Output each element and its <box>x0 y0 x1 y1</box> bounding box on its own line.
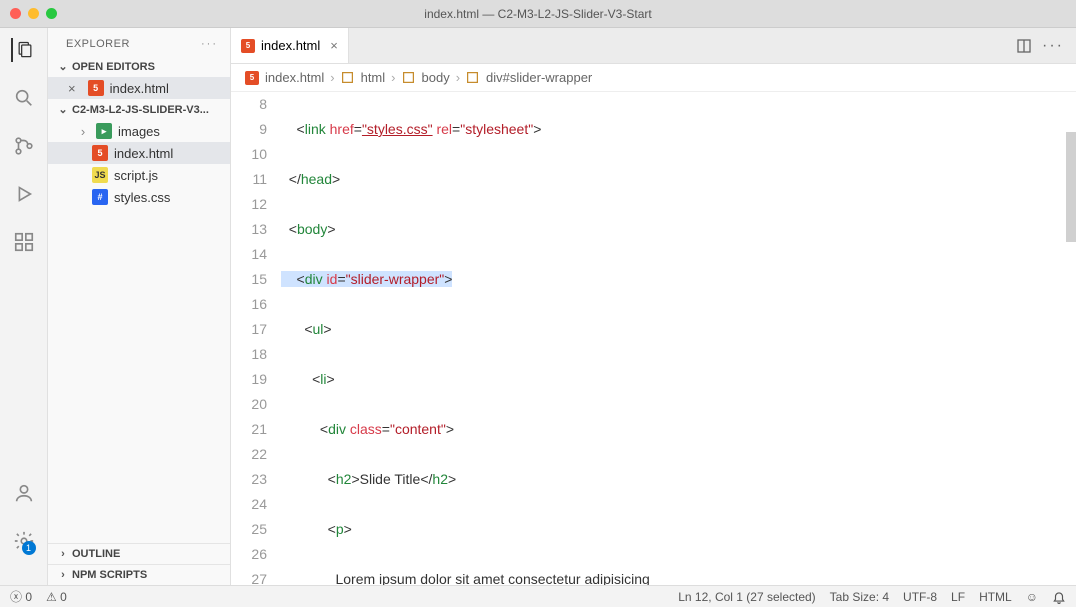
accounts-icon[interactable] <box>12 481 36 505</box>
tab-index-html[interactable]: 5 index.html × <box>231 28 349 63</box>
close-window-button[interactable] <box>10 8 21 19</box>
outline-label: OUTLINE <box>72 548 120 560</box>
code-content[interactable]: <link href="styles.css" rel="stylesheet"… <box>281 92 1076 585</box>
explorer-label: EXPLORER <box>66 38 130 50</box>
breadcrumb-div[interactable]: div#slider-wrapper <box>486 70 592 85</box>
breadcrumb-body[interactable]: body <box>422 70 450 85</box>
file-name: index.html <box>114 146 173 161</box>
indentation[interactable]: Tab Size: 4 <box>830 590 889 604</box>
breadcrumb-file[interactable]: index.html <box>265 70 324 85</box>
errors-icon[interactable]: ⓧ 0 <box>10 588 32 605</box>
folder-name: images <box>118 124 160 139</box>
html-file-icon: 5 <box>245 71 259 85</box>
chevron-down-icon: ⌄ <box>56 60 70 73</box>
cursor-position[interactable]: Ln 12, Col 1 (27 selected) <box>678 590 815 604</box>
css-file-icon: # <box>92 189 108 205</box>
open-editor-item[interactable]: × 5 index.html <box>48 77 230 99</box>
scrollbar-thumb[interactable] <box>1066 132 1076 242</box>
tab-bar: 5 index.html × ··· <box>231 28 1076 64</box>
npm-scripts-header[interactable]: › NPM SCRIPTS <box>48 564 230 585</box>
sidebar-title: EXPLORER ··· <box>48 28 230 56</box>
editor-area: 5 index.html × ··· 5 index.html › html ›… <box>231 28 1076 585</box>
window-title: index.html — C2-M3-L2-JS-Slider-V3-Start <box>424 7 651 21</box>
js-file-icon: JS <box>92 167 108 183</box>
chevron-right-icon: › <box>56 548 70 560</box>
project-folder-header[interactable]: ⌄ C2-M3-L2-JS-SLIDER-V3... <box>48 99 230 120</box>
close-icon[interactable]: × <box>68 81 76 96</box>
folder-item-images[interactable]: › ▸ images <box>48 120 230 142</box>
chevron-right-icon: › <box>456 70 460 85</box>
breadcrumb-html[interactable]: html <box>361 70 386 85</box>
main-layout: 1 EXPLORER ··· ⌄ OPEN EDITORS × 5 index.… <box>0 28 1076 585</box>
line-number-gutter: 89101112131415161718192021222324252627 <box>231 92 281 585</box>
symbol-icon <box>341 71 355 85</box>
more-icon[interactable]: ··· <box>201 38 218 50</box>
symbol-icon <box>466 71 480 85</box>
status-bar: ⓧ 0 ⚠ 0 Ln 12, Col 1 (27 selected) Tab S… <box>0 585 1076 607</box>
notifications-icon[interactable] <box>1052 590 1066 604</box>
more-actions-icon[interactable]: ··· <box>1042 37 1064 55</box>
file-name: styles.css <box>114 190 170 205</box>
eol[interactable]: LF <box>951 590 965 604</box>
html-file-icon: 5 <box>92 145 108 161</box>
traffic-lights <box>10 8 57 19</box>
search-icon[interactable] <box>12 86 36 110</box>
activity-bar: 1 <box>0 28 48 585</box>
extensions-icon[interactable] <box>12 230 36 254</box>
feedback-icon[interactable]: ☺ <box>1026 590 1038 604</box>
chevron-right-icon: › <box>330 70 334 85</box>
settings-gear-icon[interactable]: 1 <box>12 529 36 553</box>
code-editor[interactable]: 89101112131415161718192021222324252627 <… <box>231 92 1076 585</box>
close-tab-icon[interactable]: × <box>330 38 338 53</box>
encoding[interactable]: UTF-8 <box>903 590 937 604</box>
chevron-right-icon: › <box>76 124 90 139</box>
run-debug-icon[interactable] <box>12 182 36 206</box>
file-item-index[interactable]: 5 index.html <box>48 142 230 164</box>
outline-header[interactable]: › OUTLINE <box>48 544 230 564</box>
maximize-window-button[interactable] <box>46 8 57 19</box>
symbol-icon <box>402 71 416 85</box>
chevron-down-icon: ⌄ <box>56 103 70 116</box>
project-label: C2-M3-L2-JS-SLIDER-V3... <box>72 104 209 116</box>
split-editor-icon[interactable] <box>1016 38 1032 54</box>
chevron-right-icon: › <box>56 569 70 581</box>
folder-icon: ▸ <box>96 123 112 139</box>
file-item-styles[interactable]: # styles.css <box>48 186 230 208</box>
tab-label: index.html <box>261 38 320 53</box>
breadcrumb[interactable]: 5 index.html › html › body › div#slider-… <box>231 64 1076 92</box>
open-editors-header[interactable]: ⌄ OPEN EDITORS <box>48 56 230 77</box>
explorer-sidebar: EXPLORER ··· ⌄ OPEN EDITORS × 5 index.ht… <box>48 28 231 585</box>
settings-badge: 1 <box>22 541 36 555</box>
language-mode[interactable]: HTML <box>979 590 1012 604</box>
file-item-script[interactable]: JS script.js <box>48 164 230 186</box>
minimize-window-button[interactable] <box>28 8 39 19</box>
open-file-name: index.html <box>110 81 169 96</box>
source-control-icon[interactable] <box>12 134 36 158</box>
html-file-icon: 5 <box>241 39 255 53</box>
html-file-icon: 5 <box>88 80 104 96</box>
window-titlebar: index.html — C2-M3-L2-JS-Slider-V3-Start <box>0 0 1076 28</box>
chevron-right-icon: › <box>391 70 395 85</box>
warnings-icon[interactable]: ⚠ 0 <box>46 590 67 604</box>
npm-label: NPM SCRIPTS <box>72 569 147 581</box>
scrollbar[interactable] <box>1066 92 1076 585</box>
file-name: script.js <box>114 168 158 183</box>
explorer-icon[interactable] <box>11 38 35 62</box>
open-editors-label: OPEN EDITORS <box>72 61 155 73</box>
